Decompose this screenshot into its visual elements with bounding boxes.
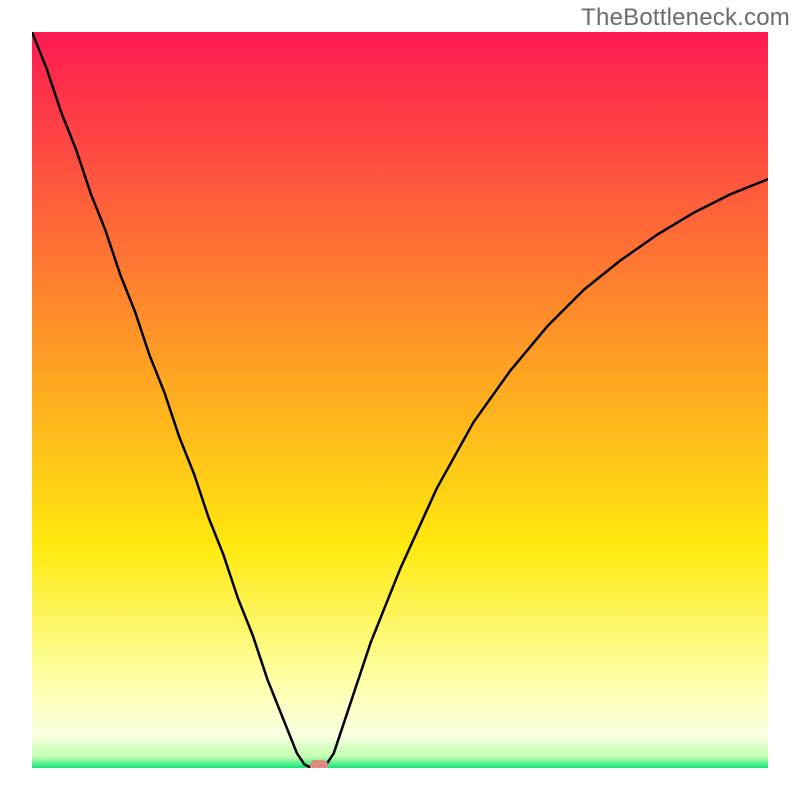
chart-container: TheBottleneck.com [0, 0, 800, 800]
plot-background [32, 32, 768, 768]
plot-area [32, 32, 768, 768]
marker-point [310, 760, 328, 768]
watermark-label: TheBottleneck.com [581, 4, 790, 32]
